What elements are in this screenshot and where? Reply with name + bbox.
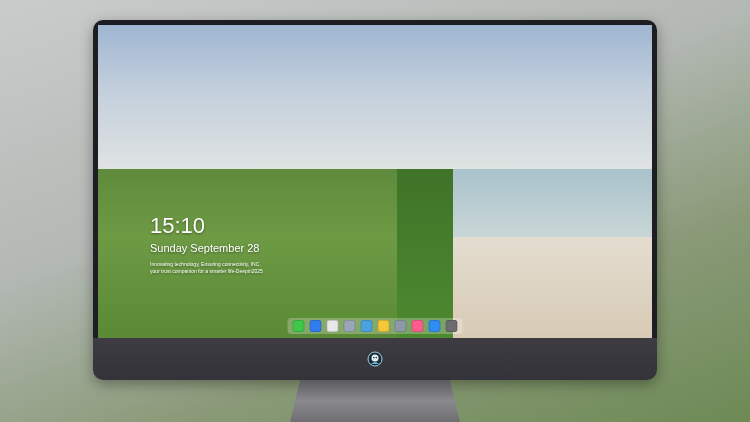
wallpaper-bushes — [397, 169, 452, 338]
lock-clock: 15:10 Sunday September 28 Innovating techn… — [150, 213, 263, 275]
wallpaper-sand — [453, 237, 652, 338]
settings-icon[interactable] — [344, 320, 356, 332]
info-lines: Innovating technology, Ensuring connecti… — [150, 261, 263, 275]
wallpaper-sky — [98, 25, 652, 169]
browser-icon[interactable] — [327, 320, 339, 332]
clock-time: 15:10 — [150, 213, 263, 239]
camera-icon[interactable] — [446, 320, 458, 332]
store-icon[interactable] — [429, 320, 441, 332]
wallpaper-sea — [453, 169, 652, 237]
clock-date: Sunday September 28 — [150, 241, 263, 255]
wallpaper-beach — [453, 169, 652, 338]
monitor-chin — [93, 338, 657, 380]
info-line: Innovating technology, Ensuring connecti… — [150, 261, 263, 268]
page: 15:10 Sunday September 28 Innovating techn… — [0, 0, 750, 422]
notes-icon[interactable] — [378, 320, 390, 332]
video-icon[interactable] — [361, 320, 373, 332]
monitor-stand — [290, 380, 460, 422]
music-icon[interactable] — [412, 320, 424, 332]
files-icon[interactable] — [310, 320, 322, 332]
monitor: 15:10 Sunday September 28 Innovating techn… — [93, 20, 657, 380]
screen: 15:10 Sunday September 28 Innovating techn… — [98, 25, 652, 338]
info-line: your trust companion for a smarter life-… — [150, 268, 263, 275]
logo-icon — [367, 351, 383, 367]
photos-icon[interactable] — [395, 320, 407, 332]
messages-icon[interactable] — [293, 320, 305, 332]
dock — [288, 318, 463, 334]
monitor-bezel: 15:10 Sunday September 28 Innovating techn… — [93, 20, 657, 338]
